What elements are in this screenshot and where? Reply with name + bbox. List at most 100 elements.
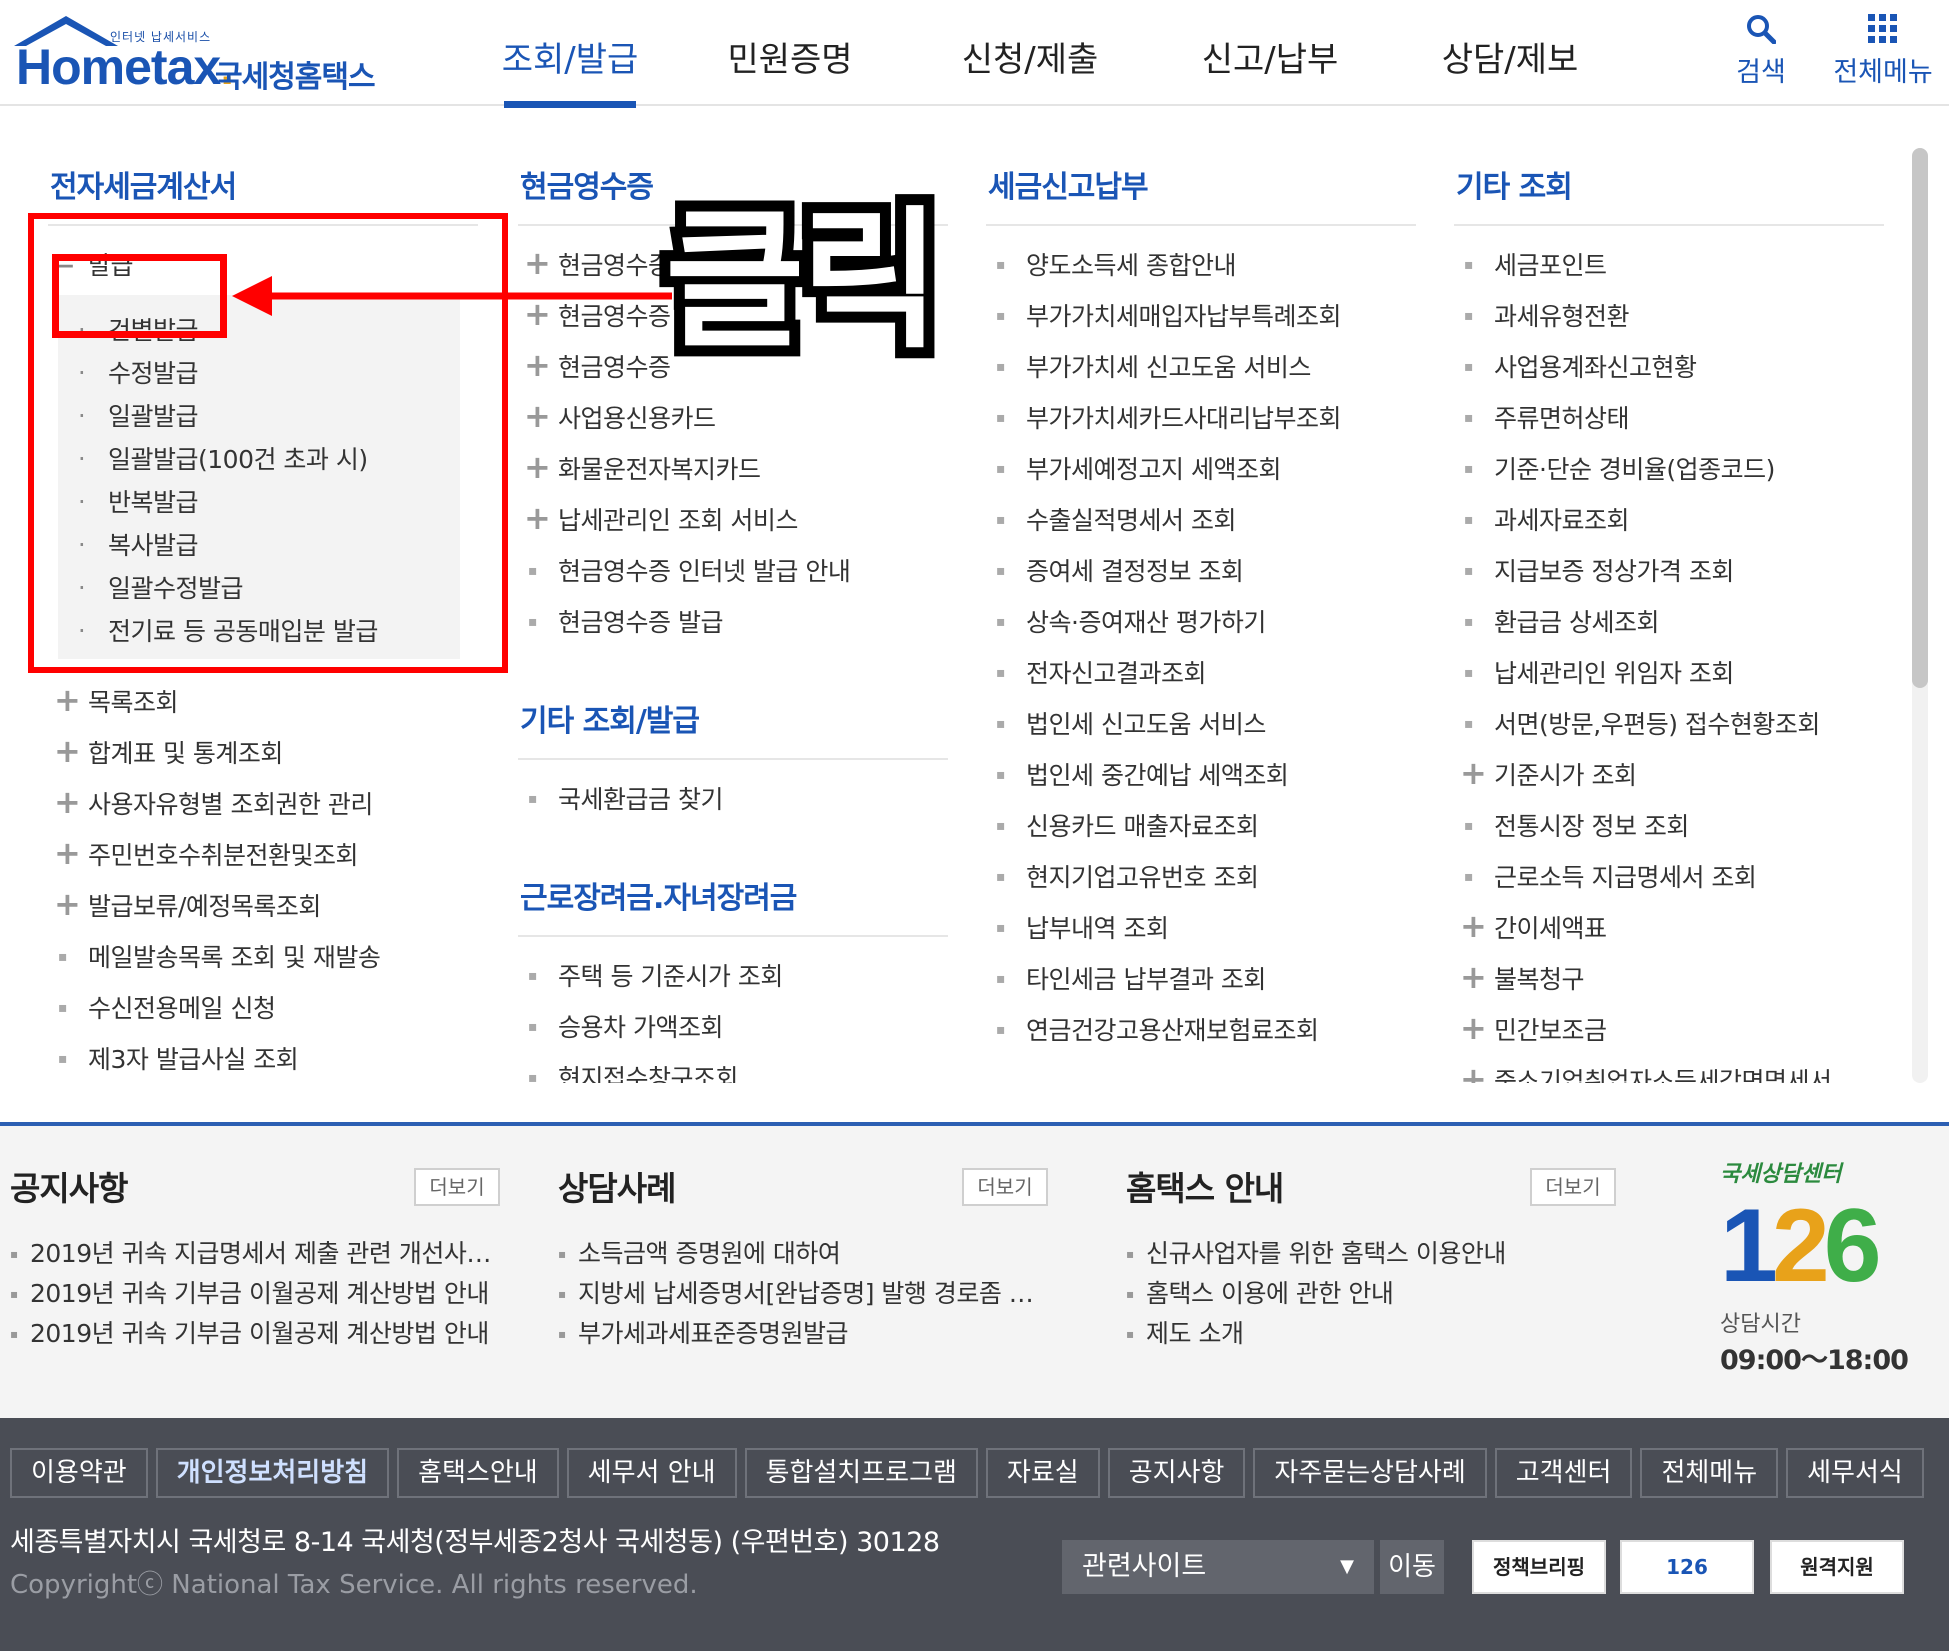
site-header: 인터넷 납세서비스 Hometax. 국세청홈택스 조회/발급 민원증명 신청/… — [0, 0, 1949, 108]
menu-item[interactable]: 사용자유형별 조회권한 관리 — [48, 777, 478, 830]
menu-item[interactable]: 간이세액표 — [1454, 901, 1884, 954]
menu-item[interactable]: 전통시장 정보 조회 — [1454, 801, 1884, 852]
policy-briefing-banner[interactable]: 정책브리핑 — [1472, 1540, 1606, 1594]
search-icon — [1747, 15, 1776, 44]
more-button[interactable]: 더보기 — [414, 1168, 500, 1206]
nav-tab-certificate[interactable]: 민원증명 — [670, 0, 910, 106]
menu-item[interactable]: 제3자 발급사실 조회 — [48, 1034, 478, 1083]
menu-item[interactable]: 과세유형전환 — [1454, 291, 1884, 342]
menu-item[interactable]: 상속·증여재산 평가하기 — [986, 597, 1416, 648]
footer-link[interactable]: 이용약관 — [10, 1448, 148, 1498]
menu-item[interactable]: 법인세 신고도움 서비스 — [986, 699, 1416, 750]
notice-item[interactable]: 2019년 귀속 지급명세서 제출 관련 개선사항 안내 — [10, 1234, 500, 1274]
hometax-logo[interactable]: 인터넷 납세서비스 Hometax. 국세청홈택스 — [10, 8, 380, 98]
menu-item[interactable]: 발급보류/예정목록조회 — [48, 879, 478, 932]
menu-item[interactable]: 불복청구 — [1454, 952, 1884, 1005]
menu-item[interactable]: 부가세예정고지 세액조회 — [986, 444, 1416, 495]
footer-link[interactable]: 고객센터 — [1494, 1448, 1633, 1498]
menu-item[interactable]: 사업용신용카드 — [518, 391, 948, 444]
menu-item[interactable]: 주민번호수취분전환및조회 — [48, 828, 478, 881]
menu-item[interactable]: 기준시가 조회 — [1454, 748, 1884, 801]
menu-item[interactable]: 합계표 및 통계조회 — [48, 726, 478, 779]
menu-item[interactable]: 부가가치세카드사대리납부조회 — [986, 393, 1416, 444]
nav-tab-consult[interactable]: 상담/제보 — [1390, 0, 1630, 106]
related-sites-select[interactable]: 관련사이트 ▼ — [1062, 1540, 1374, 1594]
menu-item[interactable]: 법인세 중간예납 세액조회 — [986, 750, 1416, 801]
menu-scrollbar-thumb[interactable] — [1912, 148, 1928, 688]
menu-item[interactable]: 납세관리인 조회 서비스 — [518, 493, 948, 546]
menu-col-title[interactable]: 세금신고납부 — [986, 148, 1416, 226]
menu-item[interactable]: 현지기업고유번호 조회 — [986, 852, 1416, 903]
logo-wordmark: Hometax. — [16, 39, 234, 95]
menu-item[interactable]: 세금포인트 — [1454, 240, 1884, 291]
menu-item[interactable]: 주류면허상태 — [1454, 393, 1884, 444]
notice-item[interactable]: 부가세과세표준증명원발급 — [558, 1314, 1048, 1354]
menu-item[interactable]: 납세관리인 위임자 조회 — [1454, 648, 1884, 699]
menu-item[interactable]: 양도소득세 종합안내 — [986, 240, 1416, 291]
footer-link[interactable]: 세무서 안내 — [566, 1448, 737, 1498]
menu-item[interactable]: 증여세 결정정보 조회 — [986, 546, 1416, 597]
menu-item[interactable]: 과세자료조회 — [1454, 495, 1884, 546]
menu-col-title[interactable]: 기타 조회/발급 — [518, 682, 948, 760]
nav-tab-inquiry[interactable]: 조회/발급 — [470, 0, 670, 108]
menu-item[interactable]: 현금영수증 인터넷 발급 안내 — [518, 546, 948, 597]
menu-item[interactable]: 부가가치세매입자납부특례조회 — [986, 291, 1416, 342]
remote-support-banner[interactable]: 원격지원 — [1770, 1540, 1904, 1594]
footer-link[interactable]: 개인정보처리방침 — [155, 1448, 390, 1498]
notice-item[interactable]: 제도 소개 — [1126, 1314, 1616, 1354]
annotation-arrow-icon — [232, 276, 672, 316]
menu-item[interactable]: 부가가치세 신고도움 서비스 — [986, 342, 1416, 393]
footer-link[interactable]: 자료실 — [985, 1448, 1100, 1498]
move-button[interactable]: 이동 — [1380, 1540, 1444, 1594]
menu-item[interactable]: 승용차 가액조회 — [518, 1002, 948, 1053]
menu-item[interactable]: 사업용계좌신고현황 — [1454, 342, 1884, 393]
footer-link[interactable]: 공지사항 — [1107, 1448, 1246, 1498]
menu-item[interactable]: 납부내역 조회 — [986, 903, 1416, 954]
menu-scrollbar[interactable] — [1912, 148, 1928, 1083]
menu-item[interactable]: 주택 등 기준시가 조회 — [518, 951, 948, 1002]
menu-item[interactable]: 메일발송목록 조회 및 재발송 — [48, 932, 478, 983]
menu-item[interactable]: 지급보증 정상가격 조회 — [1454, 546, 1884, 597]
footer-link[interactable]: 통합설치프로그램 — [744, 1448, 978, 1498]
menu-item[interactable]: 현지접수창구조회 — [518, 1053, 948, 1083]
menu-item[interactable]: 수출실적명세서 조회 — [986, 495, 1416, 546]
more-button[interactable]: 더보기 — [962, 1168, 1048, 1206]
all-menu-button[interactable]: 전체메뉴 — [1828, 14, 1938, 89]
consult-center-126-banner[interactable]: 국세상담센터 126 상담시간 09:00～18:00 — [1720, 1156, 1940, 1396]
footer-link[interactable]: 홈택스안내 — [397, 1448, 559, 1498]
notice-item[interactable]: 신규사업자를 위한 홈택스 이용안내 — [1126, 1234, 1616, 1274]
menu-item[interactable]: 수신전용메일 신청 — [48, 983, 478, 1034]
menu-item[interactable]: 타인세금 납부결과 조회 — [986, 954, 1416, 1005]
menu-item[interactable]: 근로소득 지급명세서 조회 — [1454, 852, 1884, 903]
menu-col-title[interactable]: 기타 조회 — [1454, 148, 1884, 226]
more-button[interactable]: 더보기 — [1530, 1168, 1616, 1206]
menu-item[interactable]: 연금건강고용산재보험료조회 — [986, 1005, 1416, 1056]
menu-item[interactable]: 민간보조금 — [1454, 1003, 1884, 1056]
menu-item[interactable]: 국세환급금 찾기 — [518, 774, 948, 825]
menu-item[interactable]: 기준·단순 경비율(업종코드) — [1454, 444, 1884, 495]
footer-link[interactable]: 전체메뉴 — [1640, 1448, 1779, 1498]
footer-link[interactable]: 자주묻는상담사례 — [1253, 1448, 1487, 1498]
notice-item[interactable]: 지방세 납세증명서[완납증명] 발행 경로좀 알려주세요 — [558, 1274, 1048, 1314]
notice-item[interactable]: 2019년 귀속 기부금 이월공제 계산방법 안내 — [10, 1314, 500, 1354]
consult-hours-label: 상담시간 — [1720, 1312, 1801, 1337]
menu-item[interactable]: 서면(방문,우편등) 접수현황조회 — [1454, 699, 1884, 750]
menu-item[interactable]: 화물운전자복지카드 — [518, 442, 948, 495]
notice-item[interactable]: 2019년 귀속 기부금 이월공제 계산방법 안내 — [10, 1274, 500, 1314]
nav-tab-application[interactable]: 신청/제출 — [910, 0, 1150, 106]
menu-item[interactable]: 현금영수증 발급 — [518, 597, 948, 648]
menu-item[interactable]: 환급금 상세조회 — [1454, 597, 1884, 648]
notice-item[interactable]: 소득금액 증명원에 대하여 — [558, 1234, 1048, 1274]
menu-col-title[interactable]: 근로장려금.자녀장려금 — [518, 859, 948, 937]
menu-item[interactable]: 신용카드 매출자료조회 — [986, 801, 1416, 852]
nav-tab-report-payment[interactable]: 신고/납부 — [1150, 0, 1390, 106]
menu-item[interactable]: 전자신고결과조회 — [986, 648, 1416, 699]
all-menu-label: 전체메뉴 — [1833, 57, 1933, 88]
consult-126-banner[interactable]: 126 — [1620, 1540, 1754, 1594]
notice-item[interactable]: 홈택스 이용에 관한 안내 — [1126, 1274, 1616, 1314]
footer-link[interactable]: 세무서식 — [1786, 1448, 1924, 1498]
menu-item[interactable]: 중소기업취업자소득세감면명세서 — [1454, 1054, 1884, 1083]
menu-item[interactable]: 목록조회 — [48, 675, 478, 728]
search-button[interactable]: 검색 — [1726, 14, 1796, 89]
menu-list: 주택 등 기준시가 조회승용차 가액조회현지접수창구조회신청안내대상자여부조회 — [518, 937, 948, 1083]
